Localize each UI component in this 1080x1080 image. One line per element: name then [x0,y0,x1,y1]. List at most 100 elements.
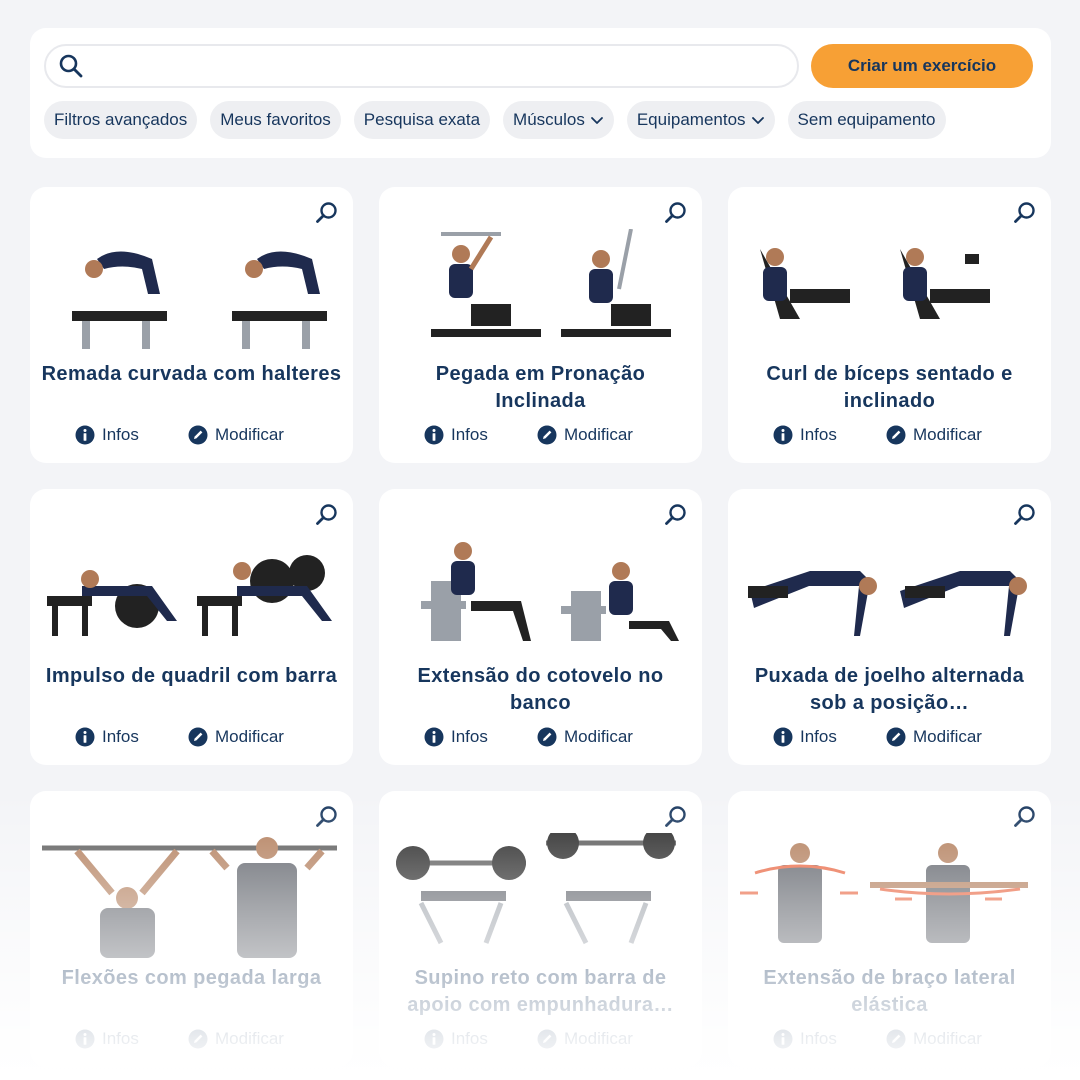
exercise-card[interactable]: Extensão de braço lateral elástica Infos M… [728,791,1051,1067]
pencil-icon [886,425,906,445]
pencil-icon [188,1029,208,1049]
search-icon [59,54,83,78]
exercise-card[interactable]: Remada curvada com halteres Infos Modifica… [30,187,353,463]
exercise-title: Extensão de braço lateral elástica [763,967,1016,1016]
pencil-icon [188,425,208,445]
exercise-illustration [421,542,679,641]
zoom-icon[interactable] [315,805,339,829]
card-actions: Infos Modificar [30,425,353,449]
edit-label: Modificar [215,1029,284,1048]
filter-advanced[interactable]: Filtros avançados [44,101,198,139]
info-label: Infos [800,425,837,444]
exercise-card[interactable]: Pegada em Pronação Inclinada Infos Modific… [379,187,702,463]
exercise-illustration [42,837,337,958]
zoom-icon[interactable] [664,201,688,225]
card-actions: Infos Modificar [728,1029,1051,1053]
edit-label: Modificar [913,1029,982,1048]
edit-label: Modificar [564,1029,633,1048]
filter-label: Músculos [513,110,585,129]
filter-label: Filtros avançados [54,110,188,129]
exercise-title: Supino reto com barra de apoio com empun… [407,967,674,1016]
info-icon [773,727,793,747]
info-icon [424,727,444,747]
exercise-illustration [740,843,1028,943]
search-box[interactable] [44,44,799,88]
edit-button[interactable]: Modificar [537,727,633,747]
filter-favorites[interactable]: Meus favoritos [210,101,341,139]
info-icon [424,425,444,445]
info-label: Infos [451,727,488,746]
exercise-title: Remada curvada com halteres [41,363,342,385]
exercise-title: Curl de bíceps sentado e inclinado [766,363,1013,412]
info-button[interactable]: Infos [75,1029,139,1049]
info-button[interactable]: Infos [75,727,139,747]
zoom-icon[interactable] [664,503,688,527]
exercise-title: Flexões com pegada larga [61,967,322,989]
card-actions: Infos Modificar [30,727,353,751]
info-button[interactable]: Infos [75,425,139,445]
zoom-icon[interactable] [315,503,339,527]
exercise-card[interactable]: Curl de bíceps sentado e inclinado Infos M… [728,187,1051,463]
chevron-down-icon [751,117,764,124]
card-actions: Infos Modificar [379,1029,702,1053]
edit-button[interactable]: Modificar [188,1029,284,1049]
filter-label: Sem equipamento [797,110,936,129]
info-icon [424,1029,444,1049]
card-actions: Infos Modificar [30,1029,353,1053]
exercise-illustration [72,251,327,349]
info-icon [75,425,95,445]
edit-button[interactable]: Modificar [188,425,284,445]
search-panel: Criar um exercício Filtros avançados Meu… [30,28,1051,158]
pencil-icon [886,727,906,747]
exercise-card[interactable]: Puxada de joelho alternada sob a posição… [728,489,1051,765]
edit-button[interactable]: Modificar [188,727,284,747]
edit-button[interactable]: Modificar [537,1029,633,1049]
create-exercise-button[interactable]: Criar um exercício [811,44,1033,88]
exercise-card[interactable]: Extensão do cotovelo no banco Infos Modifi… [379,489,702,765]
edit-label: Modificar [215,425,284,444]
edit-button[interactable]: Modificar [886,727,982,747]
filter-equipment-dropdown[interactable]: Equipamentos [626,101,775,139]
info-button[interactable]: Infos [773,425,837,445]
exercise-illustration [431,229,671,337]
exercise-card[interactable]: Supino reto com barra de apoio com empun… [379,791,702,1067]
info-icon [75,727,95,747]
info-button[interactable]: Infos [424,727,488,747]
filter-exact-search[interactable]: Pesquisa exata [353,101,491,139]
info-button[interactable]: Infos [773,727,837,747]
exercise-illustration [396,833,676,945]
chevron-down-icon [590,117,603,124]
info-icon [75,1029,95,1049]
edit-button[interactable]: Modificar [537,425,633,445]
info-button[interactable]: Infos [424,1029,488,1049]
info-label: Infos [102,425,139,444]
exercise-card[interactable]: Flexões com pegada larga Infos Modificar [30,791,353,1067]
zoom-icon[interactable] [315,201,339,225]
info-button[interactable]: Infos [424,425,488,445]
info-label: Infos [800,727,837,746]
pencil-icon [188,727,208,747]
edit-label: Modificar [913,425,982,444]
info-label: Infos [102,1029,139,1048]
filter-label: Pesquisa exata [363,110,481,129]
zoom-icon[interactable] [1013,503,1037,527]
filter-muscles-dropdown[interactable]: Músculos [503,101,614,139]
pencil-icon [537,727,557,747]
edit-label: Modificar [564,727,633,746]
info-button[interactable]: Infos [773,1029,837,1049]
edit-button[interactable]: Modificar [886,1029,982,1049]
edit-button[interactable]: Modificar [886,425,982,445]
card-actions: Infos Modificar [379,727,702,751]
card-actions: Infos Modificar [379,425,702,449]
exercise-title: Pegada em Pronação Inclinada [435,363,646,412]
search-input[interactable] [94,48,783,84]
zoom-icon[interactable] [664,805,688,829]
zoom-icon[interactable] [1013,805,1037,829]
edit-label: Modificar [913,727,982,746]
exercise-title: Impulso de quadril com barra [45,665,338,687]
zoom-icon[interactable] [1013,201,1037,225]
exercise-card[interactable]: Impulso de quadril com barra Infos Modific… [30,489,353,765]
info-label: Infos [800,1029,837,1048]
exercise-title: Extensão do cotovelo no banco [417,665,664,714]
filter-no-equipment[interactable]: Sem equipamento [787,101,946,139]
